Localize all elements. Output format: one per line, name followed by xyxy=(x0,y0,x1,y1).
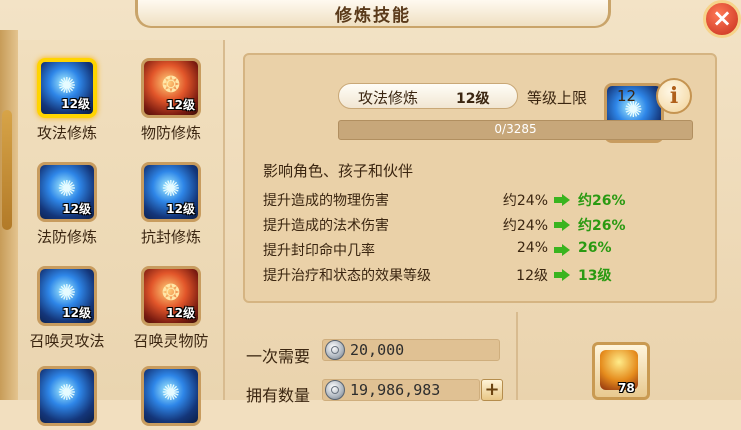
owned-value: 19,986,983 xyxy=(350,381,441,399)
skill-name: 召唤灵物防 xyxy=(133,332,209,350)
skill-level-badge: 12级 xyxy=(62,306,91,320)
selected-skill-level: 12级 xyxy=(456,91,490,107)
effect-label: 提升治疗和状态的效果等级 xyxy=(263,268,431,284)
skill-glyph: ✺ xyxy=(161,177,181,202)
silver-coin-icon xyxy=(325,380,345,400)
skill-name: 法防修炼 xyxy=(36,228,97,246)
level-cap-value: 12 xyxy=(617,87,637,105)
summon-spirit-icon: ✺ xyxy=(141,366,201,426)
level-cap-label: 等级上限 xyxy=(527,89,588,107)
green-arrow-icon xyxy=(554,194,570,206)
effect-next-value: 13级 xyxy=(578,268,612,284)
add-currency-button[interactable]: + xyxy=(481,379,503,401)
skill-name: 抗封修炼 xyxy=(140,228,201,246)
skill-glyph: ✺ xyxy=(57,177,77,202)
divider xyxy=(516,312,518,400)
skill-item[interactable]: ✺ 12级抗封修炼 xyxy=(121,162,221,247)
skill-item[interactable]: ✺ xyxy=(17,366,117,430)
skill-item[interactable]: ✺ 12级法防修炼 xyxy=(17,162,117,247)
title-bar: 修炼技能 xyxy=(135,0,611,28)
skill-name: 攻法修炼 xyxy=(36,124,97,142)
magic-shield-icon: ✺ 12级 xyxy=(37,162,97,222)
skill-level-badge: 12级 xyxy=(62,202,91,216)
summon-guard-icon: ❂ 12级 xyxy=(141,266,201,326)
green-arrow-icon xyxy=(554,219,570,231)
skill-glyph: ✺ xyxy=(57,281,77,306)
magic-swirl-icon: ✺ 12级 xyxy=(37,58,97,118)
summon-spirit-icon: ✺ 12级 xyxy=(37,266,97,326)
affects-description: 影响角色、孩子和伙伴 xyxy=(263,162,414,180)
effect-label: 提升造成的物理伤害 xyxy=(263,193,389,209)
skill-level-badge: 12级 xyxy=(166,202,195,216)
skill-level-badge: 12级 xyxy=(166,98,195,112)
skill-glyph: ❂ xyxy=(161,281,181,306)
skill-glyph: ❂ xyxy=(161,73,181,98)
green-arrow-icon xyxy=(554,244,570,256)
skill-item[interactable]: ✺ xyxy=(121,366,221,430)
cost-field xyxy=(322,339,500,361)
seal-resist-icon: ✺ 12级 xyxy=(141,162,201,222)
effect-current-value: 24% xyxy=(516,240,548,256)
skill-glyph: ✺ xyxy=(161,381,181,406)
skill-level-badge: 12级 xyxy=(61,97,90,111)
skill-item[interactable]: ✺ 12级召唤灵攻法 xyxy=(17,266,117,351)
skill-item[interactable]: ✺ 12级攻法修炼 xyxy=(17,58,117,143)
effect-next-value: 约26% xyxy=(578,193,626,209)
exp-progress-text: 0/3285 xyxy=(494,122,537,136)
close-button[interactable]: × xyxy=(703,0,741,38)
effect-next-value: 26% xyxy=(578,240,612,256)
effect-current-value: 约24% xyxy=(502,218,548,234)
selected-skill-name: 攻法修炼 xyxy=(358,89,419,107)
effect-label: 提升封印命中几率 xyxy=(263,243,375,259)
green-arrow-icon xyxy=(554,269,570,281)
info-button[interactable]: i xyxy=(656,78,692,114)
skill-name: 物防修炼 xyxy=(140,124,201,142)
effect-label: 提升造成的法术伤害 xyxy=(263,218,389,234)
item-count: 78 xyxy=(618,381,635,395)
skill-name: 召唤灵攻法 xyxy=(29,332,105,350)
tassel-decoration xyxy=(2,110,12,230)
skill-glyph: ✺ xyxy=(57,381,77,406)
window-title: 修炼技能 xyxy=(335,5,411,26)
shield-beast-icon: ❂ 12级 xyxy=(141,58,201,118)
skill-item[interactable]: ❂ 12级召唤灵物防 xyxy=(121,266,221,351)
silver-coin-icon xyxy=(325,340,345,360)
effect-current-value: 12级 xyxy=(516,268,548,284)
owned-label: 拥有数量 xyxy=(246,386,311,405)
cost-value: 20,000 xyxy=(350,341,405,359)
skill-level-badge: 12级 xyxy=(166,306,195,320)
summon-spirit-icon: ✺ xyxy=(37,366,97,426)
skill-item[interactable]: ❂ 12级物防修炼 xyxy=(121,58,221,143)
effect-next-value: 约26% xyxy=(578,218,626,234)
effect-current-value: 约24% xyxy=(502,193,548,209)
cost-label: 一次需要 xyxy=(246,347,311,366)
